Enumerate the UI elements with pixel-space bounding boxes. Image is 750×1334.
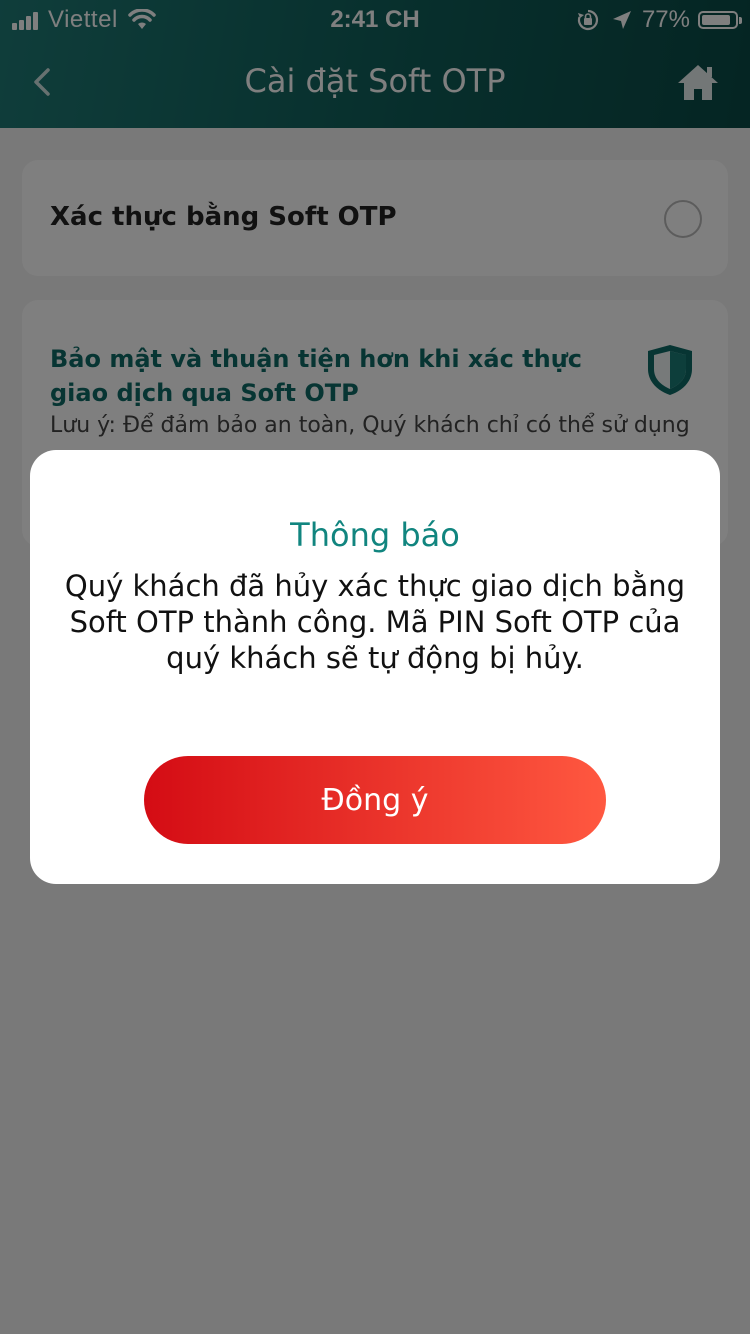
confirm-button[interactable]: Đồng ý: [144, 756, 606, 844]
notification-dialog: Thông báo Quý khách đã hủy xác thực giao…: [30, 450, 720, 884]
dialog-message: Quý khách đã hủy xác thực giao dịch bằng…: [64, 569, 686, 675]
dialog-title: Thông báo: [290, 516, 460, 554]
